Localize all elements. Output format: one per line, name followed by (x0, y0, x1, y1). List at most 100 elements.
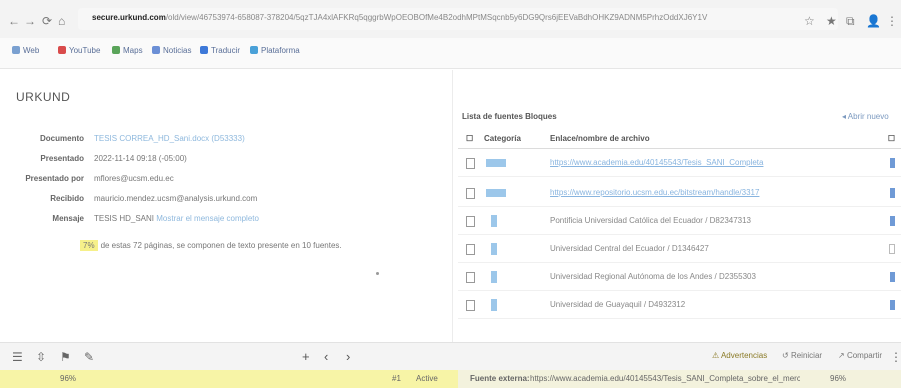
bookmark-youtube[interactable]: YouTube (58, 46, 100, 55)
table-row[interactable]: https://www.academia.edu/40145543/Tesis_… (458, 150, 901, 177)
star-icon[interactable]: ☆ (804, 14, 815, 28)
row-checkbox[interactable] (466, 244, 475, 255)
url-host: secure.urkund.com (92, 13, 166, 22)
flag-icon[interactable]: ⚑ (60, 350, 71, 364)
source-value[interactable]: https://www.academia.edu/40145543/Tesis_… (530, 374, 800, 383)
column-category: Categoría (484, 134, 521, 143)
bookmark-label: Plataforma (261, 46, 300, 55)
profile-icon[interactable]: 👤 (866, 14, 881, 28)
table-row[interactable]: Pontificia Universidad Católica del Ecua… (458, 208, 901, 235)
row-checkbox[interactable] (466, 216, 475, 227)
translate-icon (200, 46, 208, 54)
table-row[interactable]: Universidad Regional Autónoma de los And… (458, 264, 901, 291)
table-row[interactable]: https://www.repositorio.ucsm.edu.ec/bits… (458, 180, 901, 207)
table-row[interactable]: Universidad de Guayaquil / D4932312 (458, 292, 901, 319)
select-all-checkbox[interactable]: ☐ (466, 134, 473, 143)
bookmark-label: Maps (123, 46, 143, 55)
reset-label: Reiniciar (790, 351, 823, 360)
bookmarks-bar: Web YouTube Maps Noticias Traducir Plata… (0, 38, 901, 69)
app-logo: URKUND (16, 90, 71, 104)
platform-icon (250, 46, 258, 54)
source-toggle[interactable] (890, 216, 895, 226)
bookmark-label: Web (23, 46, 40, 55)
bookmark-label: YouTube (69, 46, 101, 55)
source-name: Universidad Regional Autónoma de los And… (550, 272, 756, 281)
url-path: /old/view/46753974-658087-378204/5qzTJA4… (165, 13, 708, 22)
bookmark-web-icon (12, 46, 20, 54)
column-filename: Enlace/nombre de archivo (550, 134, 650, 143)
prev-arrow-icon[interactable]: ‹ (324, 349, 328, 364)
bottom-toolbar: ☰ ⇳ ⚑ ✎ + ‹ › ⚠ Advertencias ↺ Reiniciar… (0, 342, 901, 371)
meta-label: Presentado por (25, 174, 84, 183)
show-message-link[interactable]: Mostrar el mensaje completo (156, 214, 259, 223)
url-text[interactable]: secure.urkund.com/old/view/46753974-6580… (92, 13, 792, 22)
row-checkbox[interactable] (466, 300, 475, 311)
edit-icon[interactable]: ✎ (84, 350, 94, 364)
home-icon[interactable]: ⌂ (58, 14, 65, 28)
share-label: Compartir (846, 351, 883, 360)
source-name: Universidad de Guayaquil / D4932312 (550, 300, 686, 309)
document-source-icon (491, 243, 497, 255)
match-percent-badge: 7% (80, 240, 98, 251)
match-summary: 7% de estas 72 páginas, se componen de te… (80, 240, 342, 251)
source-name: Pontificia Universidad Católica del Ecua… (550, 216, 752, 225)
source-toggle[interactable] (890, 300, 895, 310)
warnings-button[interactable]: ⚠ Advertencias (712, 351, 767, 360)
document-info-panel: Documento TESIS CORREA_HD_Sani.docx (D53… (0, 110, 452, 342)
table-row[interactable]: Universidad Central del Ecuador / D13464… (458, 236, 901, 263)
browser-toolbar: ← → ⟳ ⌂ secure.urkund.com/old/view/46753… (0, 0, 901, 40)
meta-label: Mensaje (52, 214, 84, 223)
meta-label: Presentado (40, 154, 84, 163)
resize-icon[interactable]: ⇳ (36, 350, 46, 364)
back-arrow-icon[interactable]: ← (8, 14, 20, 28)
add-icon[interactable]: + (302, 349, 310, 364)
header-toggle[interactable]: ☐ (888, 134, 895, 143)
source-toggle[interactable] (890, 272, 895, 282)
match-text: de estas 72 páginas, se componen de text… (100, 241, 342, 250)
bookmark-maps[interactable]: Maps (112, 46, 143, 55)
sources-tabs[interactable]: Lista de fuentes Bloques (462, 112, 557, 121)
row-checkbox[interactable] (466, 158, 475, 169)
meta-label: Documento (40, 134, 84, 143)
tabs-icon[interactable]: ⧉ (846, 14, 855, 29)
status-row: 96% #1 Active Fuente externa: https://ww… (0, 370, 901, 388)
news-icon (152, 46, 160, 54)
sources-table-header: ☐ Categoría Enlace/nombre de archivo ☐ (458, 130, 901, 149)
open-new-link[interactable]: ◂ Abrir nuevo (842, 112, 889, 121)
bookmark-traducir[interactable]: Traducir (200, 46, 240, 55)
share-button[interactable]: ↗ Compartir (838, 351, 882, 360)
more-icon[interactable]: ⋮ (890, 350, 901, 364)
row-checkbox[interactable] (466, 272, 475, 283)
bookmark-plataforma[interactable]: Plataforma (250, 46, 300, 55)
message-text: TESIS HD_SANI (94, 214, 155, 223)
bookmark-icon[interactable]: ★ (826, 14, 837, 28)
next-arrow-icon[interactable]: › (346, 349, 350, 364)
row-checkbox[interactable] (466, 188, 475, 199)
reset-button[interactable]: ↺ Reiniciar (782, 351, 822, 360)
bookmark-label: Noticias (163, 46, 192, 55)
source-name[interactable]: https://www.repositorio.ucsm.edu.ec/bits… (550, 188, 759, 197)
menu-icon[interactable]: ⋮ (886, 14, 898, 28)
source-name: Universidad Central del Ecuador / D13464… (550, 244, 709, 253)
source-toggle[interactable] (890, 158, 895, 168)
meta-value: mauricio.mendez.ucsm@analysis.urkund.com (94, 194, 258, 203)
document-link[interactable]: TESIS CORREA_HD_Sani.docx (D53333) (94, 134, 245, 143)
document-source-icon (491, 271, 497, 283)
warnings-label: Advertencias (720, 351, 768, 360)
active-indicator: Active (416, 374, 438, 383)
bookmark-label: Traducir (211, 46, 241, 55)
reload-icon[interactable]: ⟳ (42, 14, 52, 28)
source-name[interactable]: https://www.academia.edu/40145543/Tesis_… (550, 158, 763, 167)
source-label: Fuente externa: (470, 374, 530, 383)
match-percent-right: 96% (830, 374, 847, 383)
source-toggle[interactable] (890, 188, 895, 198)
source-toggle[interactable] (889, 244, 895, 254)
document-source-icon (491, 299, 497, 311)
forward-arrow-icon[interactable]: → (24, 14, 36, 28)
panel-divider[interactable] (452, 70, 453, 350)
list-icon[interactable]: ☰ (12, 350, 23, 364)
bookmark-web[interactable]: Web (12, 46, 39, 55)
bookmark-noticias[interactable]: Noticias (152, 46, 191, 55)
internet-source-icon (486, 189, 506, 197)
internet-source-icon (486, 159, 506, 167)
